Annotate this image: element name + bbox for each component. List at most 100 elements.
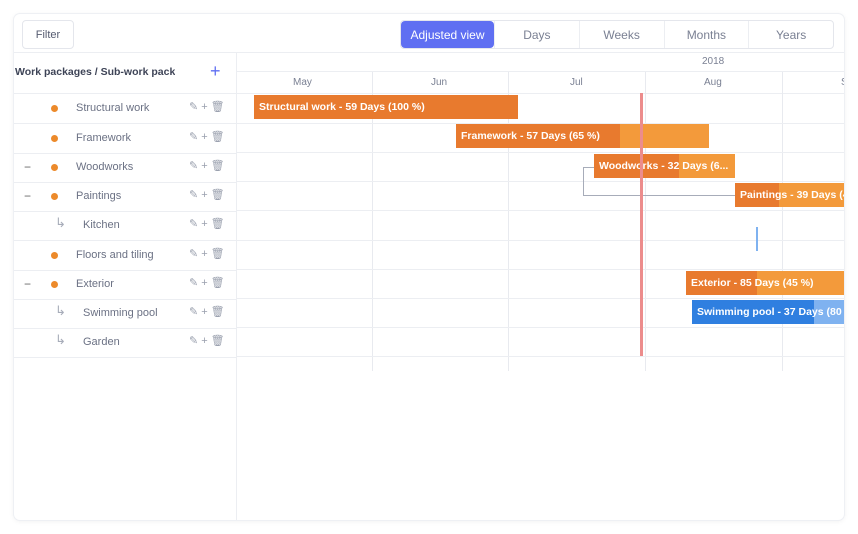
plus-icon[interactable]: + [201, 160, 210, 172]
edit-icon[interactable]: ✎ [189, 335, 201, 347]
status-dot-icon [51, 281, 58, 288]
trash-icon[interactable]: 🗑 [211, 131, 228, 143]
trash-icon[interactable]: 🗑 [211, 277, 228, 289]
list-item[interactable]: − Paintings ✎+🗑 [14, 182, 236, 212]
gantt-bar[interactable]: Swimming pool - 37 Days (80 [692, 300, 844, 324]
edit-icon[interactable]: ✎ [189, 306, 201, 318]
list-item[interactable]: ↳ Garden ✎+🗑 [14, 328, 236, 358]
plus-icon[interactable]: + [201, 101, 210, 113]
tab-months[interactable]: Months [663, 21, 749, 48]
status-dot-icon [51, 193, 58, 200]
edit-icon[interactable]: ✎ [189, 131, 201, 143]
collapse-icon[interactable]: − [24, 189, 31, 203]
list-header: Work packages / Sub-work packa + [14, 53, 236, 94]
tab-adjusted-view[interactable]: Adjusted view [401, 21, 494, 48]
plus-icon[interactable]: + [201, 131, 210, 143]
row-actions: ✎+🗑 [189, 305, 228, 318]
grid-line [237, 181, 844, 182]
status-dot-icon [51, 252, 58, 259]
row-actions: ✎+🗑 [189, 130, 228, 143]
work-package-list: Work packages / Sub-work packa + Structu… [14, 53, 237, 520]
trash-icon[interactable]: 🗑 [211, 160, 228, 172]
package-label: Structural work [76, 102, 150, 114]
bar-label: Framework - 57 Days (65 %) [461, 130, 600, 142]
gantt-card: Filter Adjusted view Days Weeks Months Y… [14, 14, 844, 520]
trash-icon[interactable]: 🗑 [211, 189, 228, 201]
today-line [640, 93, 643, 356]
tab-years[interactable]: Years [748, 21, 833, 48]
sub-item-arrow-icon: ↳ [55, 303, 66, 318]
bar-label: Woodworks - 32 Days (6... [599, 160, 729, 172]
sub-item-arrow-icon: ↳ [55, 332, 66, 347]
tab-days[interactable]: Days [494, 21, 579, 48]
trash-icon[interactable]: 🗑 [211, 335, 228, 347]
subpackage-label: Garden [83, 336, 120, 348]
month-label: S [841, 77, 844, 88]
toolbar: Filter Adjusted view Days Weeks Months Y… [14, 14, 844, 53]
edit-icon[interactable]: ✎ [189, 248, 201, 260]
row-actions: ✎+🗑 [189, 159, 228, 172]
gantt-bar[interactable]: Exterior - 85 Days (45 %) [686, 271, 844, 295]
plus-icon[interactable]: + [201, 335, 210, 347]
grid-line [237, 356, 844, 357]
tab-weeks[interactable]: Weeks [578, 21, 664, 48]
grid-line [237, 210, 844, 211]
package-label: Exterior [76, 278, 114, 290]
list-item[interactable]: Floors and tiling ✎+🗑 [14, 241, 236, 271]
dependency-connector [583, 167, 594, 196]
edit-icon[interactable]: ✎ [189, 160, 201, 172]
plus-icon[interactable]: + [201, 248, 210, 260]
gantt-bar[interactable]: Woodworks - 32 Days (6... [594, 154, 735, 178]
gantt-timeline: 2018 May Jun Jul Aug S Structural work -… [237, 53, 844, 520]
list-item[interactable]: ↳ Swimming pool ✎+🗑 [14, 299, 236, 329]
subpackage-label: Kitchen [83, 219, 120, 231]
edit-icon[interactable]: ✎ [189, 218, 201, 230]
collapse-icon[interactable]: − [24, 160, 31, 174]
list-item[interactable]: − Woodworks ✎+🗑 [14, 153, 236, 183]
status-dot-icon [51, 135, 58, 142]
plus-icon[interactable]: + [201, 189, 210, 201]
status-dot-icon [51, 105, 58, 112]
list-item[interactable]: Structural work ✎+🗑 [14, 94, 236, 124]
list-item[interactable]: Framework ✎+🗑 [14, 124, 236, 154]
row-actions: ✎+🗑 [189, 247, 228, 260]
row-actions: ✎+🗑 [189, 217, 228, 230]
month-label: Jun [431, 77, 448, 88]
add-package-icon[interactable]: + [210, 62, 221, 80]
grid-line [237, 298, 844, 299]
status-dot-icon [51, 164, 58, 171]
collapse-icon[interactable]: − [24, 277, 31, 291]
plus-icon[interactable]: + [201, 306, 210, 318]
bar-label: Swimming pool - 37 Days (80 [697, 306, 842, 318]
plus-icon[interactable]: + [201, 218, 210, 230]
gantt-bar[interactable]: Framework - 57 Days (65 %) [456, 124, 709, 148]
package-label: Floors and tiling [76, 249, 154, 261]
grid-line [237, 152, 844, 153]
year-header: 2018 [237, 53, 844, 72]
trash-icon[interactable]: 🗑 [211, 101, 228, 113]
view-switcher: Adjusted view Days Weeks Months Years [400, 20, 834, 49]
row-actions: ✎+🗑 [189, 276, 228, 289]
row-actions: ✎+🗑 [189, 188, 228, 201]
trash-icon[interactable]: 🗑 [211, 218, 228, 230]
edit-icon[interactable]: ✎ [189, 277, 201, 289]
gantt-bar[interactable]: Structural work - 59 Days (100 %) [254, 95, 518, 119]
package-label: Paintings [76, 190, 122, 202]
grid-line [237, 327, 844, 328]
package-label: Woodworks [76, 161, 134, 173]
sub-item-arrow-icon: ↳ [55, 215, 66, 230]
edit-icon[interactable]: ✎ [189, 101, 201, 113]
filter-button[interactable]: Filter [22, 20, 74, 49]
trash-icon[interactable]: 🗑 [211, 306, 228, 318]
month-label: May [293, 77, 312, 88]
plus-icon[interactable]: + [201, 277, 210, 289]
grid-line [237, 240, 844, 241]
edit-icon[interactable]: ✎ [189, 189, 201, 201]
month-header: May Jun Jul Aug S [237, 72, 844, 94]
list-item[interactable]: ↳ Kitchen ✎+🗑 [14, 211, 236, 241]
gantt-bar[interactable]: Paintings - 39 Days (4 [735, 183, 844, 207]
bar-label: Exterior - 85 Days (45 %) [691, 277, 814, 289]
trash-icon[interactable]: 🗑 [211, 248, 228, 260]
list-item[interactable]: − Exterior ✎+🗑 [14, 270, 236, 300]
milestone-marker [756, 227, 758, 251]
